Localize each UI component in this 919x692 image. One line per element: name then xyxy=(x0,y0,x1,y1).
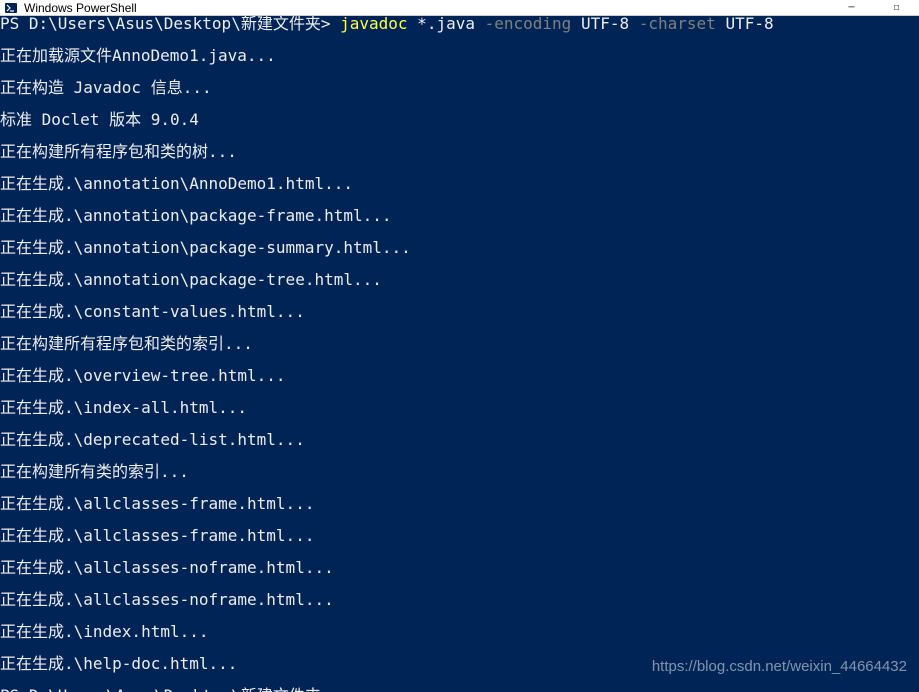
window-title: Windows PowerShell xyxy=(24,1,137,15)
output-line: 正在生成.\allclasses-frame.html... xyxy=(0,528,919,544)
command-value: UTF-8 xyxy=(571,16,638,33)
output-line: 正在加载源文件AnnoDemo1.java... xyxy=(0,48,919,64)
output-line: 正在构建所有程序包和类的树... xyxy=(0,144,919,160)
output-line: 正在生成.\deprecated-list.html... xyxy=(0,432,919,448)
prompt-path: PS D:\Users\Asus\Desktop\新建文件夹> xyxy=(0,16,330,33)
output-line: 正在生成.\index-all.html... xyxy=(0,400,919,416)
minimize-button[interactable]: ─ xyxy=(829,0,874,16)
powershell-icon xyxy=(4,1,18,15)
output-line: 正在生成.\annotation\package-frame.html... xyxy=(0,208,919,224)
output-line: 正在生成.\allclasses-noframe.html... xyxy=(0,560,919,576)
watermark-text: https://blog.csdn.net/weixin_44664432 xyxy=(652,659,907,675)
output-line: 正在生成.\annotation\AnnoDemo1.html... xyxy=(0,176,919,192)
command-args: *.java xyxy=(408,16,485,33)
output-line: 正在生成.\allclasses-frame.html... xyxy=(0,496,919,512)
output-line: 正在生成.\annotation\package-summary.html... xyxy=(0,240,919,256)
output-line: 正在构造 Javadoc 信息... xyxy=(0,80,919,96)
output-line: 正在生成.\overview-tree.html... xyxy=(0,368,919,384)
window-controls: ─ ☐ xyxy=(829,0,919,16)
prompt-path: PS D:\Users\Asus\Desktop\新建文件夹> xyxy=(0,686,340,692)
output-line: 正在构建所有程序包和类的索引... xyxy=(0,336,919,352)
window-title-bar: Windows PowerShell ─ ☐ xyxy=(0,0,919,16)
command-flag: -charset xyxy=(639,16,716,33)
output-line: 正在生成.\constant-values.html... xyxy=(0,304,919,320)
command-flag: -encoding xyxy=(485,16,572,33)
output-line: 正在构建所有类的索引... xyxy=(0,464,919,480)
command-value: UTF-8 xyxy=(716,16,774,33)
maximize-button[interactable]: ☐ xyxy=(874,0,919,16)
output-line: 正在生成.\allclasses-noframe.html... xyxy=(0,592,919,608)
output-line: 正在生成.\annotation\package-tree.html... xyxy=(0,272,919,288)
command-name: javadoc xyxy=(340,16,407,33)
output-line: 标准 Doclet 版本 9.0.4 xyxy=(0,112,919,128)
terminal-area[interactable]: PS D:\Users\Asus\Desktop\新建文件夹> javadoc … xyxy=(0,16,919,692)
output-line: 正在生成.\index.html... xyxy=(0,624,919,640)
